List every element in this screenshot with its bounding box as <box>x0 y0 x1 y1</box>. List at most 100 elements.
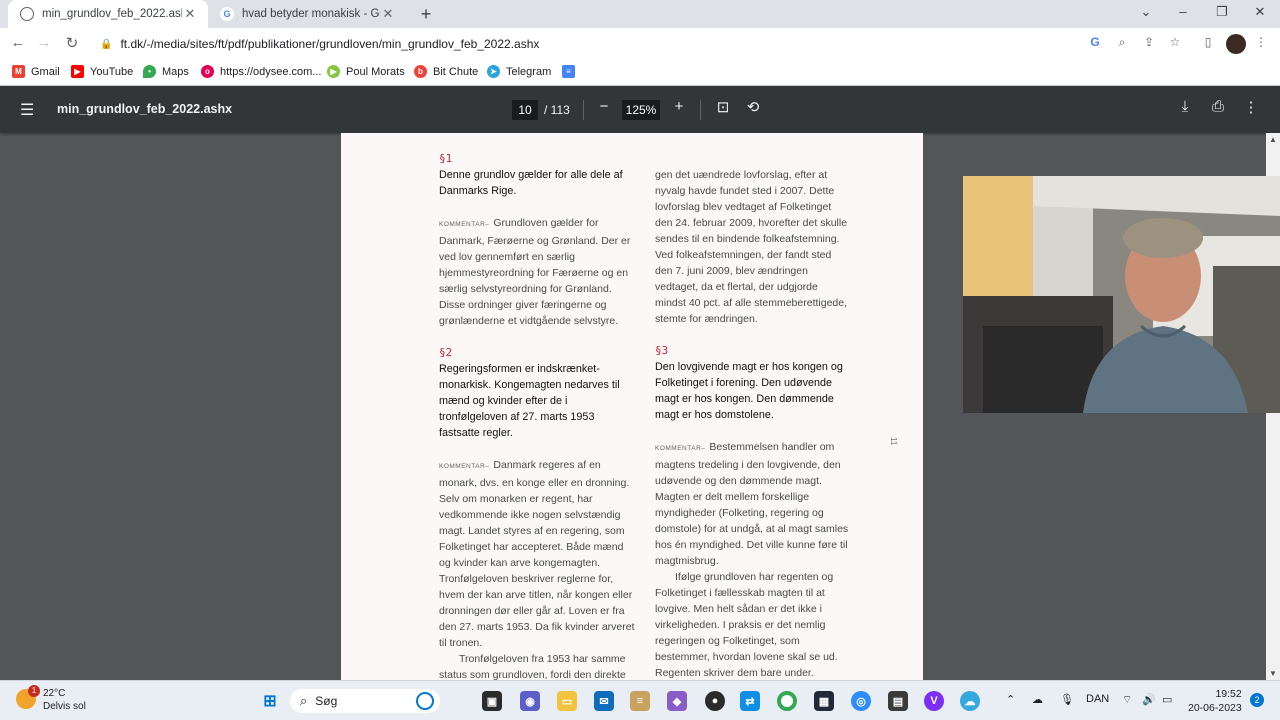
bookmark-bitchute[interactable]: b Bit Chute <box>414 65 478 78</box>
tab-pdf[interactable]: min_grundlov_feb_2022.ashx ✕ <box>8 0 208 28</box>
bookmark-maps[interactable]: • Maps <box>143 65 189 78</box>
reload-icon[interactable]: ↻ <box>62 34 82 52</box>
divider <box>583 100 584 120</box>
scroll-up-icon[interactable]: ▲ <box>1269 135 1277 144</box>
menu-icon[interactable]: ☰ <box>20 100 34 120</box>
media-icon[interactable]: ▤ <box>888 691 908 711</box>
language-indicator[interactable]: DAN <box>1086 693 1109 705</box>
commentary-text: Danmark regeres af en monark, dvs. en ko… <box>439 459 635 649</box>
webcam-overlay <box>963 176 1280 413</box>
bookmark-docs[interactable]: ≡ <box>562 65 581 78</box>
scroll-down-icon[interactable]: ▼ <box>1269 669 1277 678</box>
app-icon[interactable]: ◆ <box>667 691 687 711</box>
cloud-icon[interactable]: ☁ <box>1032 693 1043 706</box>
bookmark-telegram[interactable]: ➤ Telegram <box>487 65 551 78</box>
side-panel-icon[interactable]: ▯ <box>1199 35 1217 49</box>
taskbar: 1 22°C Delvis sol ⊞ ⌕ Søg ▣ ◉ ▭ ✉ ≡ ◆ ● … <box>0 680 1280 720</box>
url-text: ft.dk/-/media/sites/ft/pdf/publikationer… <box>120 37 540 51</box>
mail-icon[interactable]: ✉ <box>594 691 614 711</box>
zoom-icon[interactable]: ⌕ <box>1113 35 1131 50</box>
fit-page-icon[interactable]: ⊡ <box>713 98 733 116</box>
page-number: 11 <box>889 437 898 446</box>
rumble-icon: ▶ <box>327 65 340 78</box>
commentary-label: KOMMENTAR– <box>439 221 490 228</box>
pdf-filename: min_grundlov_feb_2022.ashx <box>57 102 233 116</box>
zoom-out-icon[interactable]: − <box>594 98 614 115</box>
clock-time: 19:52 <box>1215 688 1242 700</box>
google-lens-icon[interactable]: G <box>1086 35 1104 49</box>
paragraph: Ifølge grundloven har regenten og Folket… <box>655 571 838 679</box>
share-icon[interactable]: ⇪ <box>1140 35 1158 49</box>
commentary: KOMMENTAR– Grundloven gælder for Danmark,… <box>439 215 635 329</box>
download-icon[interactable]: ⤓ <box>1175 98 1195 115</box>
clock[interactable]: 19:52 20-06-2023 <box>1188 687 1242 715</box>
battery-icon[interactable]: ▭ <box>1162 693 1172 706</box>
odysee-icon: o <box>201 65 214 78</box>
bookmark-gmail[interactable]: M Gmail <box>12 65 60 78</box>
telegram-icon: ➤ <box>487 65 500 78</box>
section-text: Denne grundlov gælder for alle dele af D… <box>439 169 623 197</box>
weather-widget[interactable]: 22°C Delvis sol <box>43 687 86 713</box>
volume-icon[interactable]: 🔊 <box>1142 693 1156 706</box>
zoom-in-icon[interactable]: + <box>669 98 689 115</box>
chrome-menu-icon[interactable]: ⋮ <box>1252 35 1270 49</box>
commentary: KOMMENTAR– Bestemmelsen handler om magten… <box>655 439 851 569</box>
wifi-icon[interactable]: ⌔ <box>1122 693 1132 707</box>
commentary-text: Bestemmelsen handler om magtens tredelin… <box>655 441 849 567</box>
divider <box>700 100 701 120</box>
rotate-icon[interactable]: ⟲ <box>743 98 763 116</box>
new-tab-button[interactable]: + <box>416 4 436 25</box>
weather-desc: Delvis sol <box>43 701 86 712</box>
zoom-input[interactable]: 125% <box>622 100 660 120</box>
paragraph: gen det uændrede lovforslag, efter at ny… <box>655 169 848 325</box>
search-box[interactable]: ⌕ Søg <box>290 689 440 713</box>
bookmark-odysee[interactable]: o https://odysee.com... <box>201 65 322 78</box>
onedrive-icon[interactable]: ☁ <box>960 691 980 711</box>
section-heading: §3 <box>655 344 669 357</box>
bookmark-youtube[interactable]: ▶ YouTube <box>71 65 133 78</box>
page-number-input[interactable]: 10 <box>512 100 538 120</box>
notification-badge[interactable]: 2 <box>1250 693 1264 707</box>
teamviewer-icon[interactable]: ⇄ <box>740 691 760 711</box>
commentary: KOMMENTAR– Danmark regeres af en monark, … <box>439 457 635 651</box>
forward-icon[interactable]: → <box>34 34 54 51</box>
chrome-icon[interactable] <box>777 691 797 711</box>
microphone-icon[interactable]: 🎙 <box>1060 693 1074 706</box>
zoom-app-icon[interactable]: ◎ <box>851 691 871 711</box>
windows-start-icon[interactable]: ⊞ <box>260 691 280 711</box>
bing-icon[interactable] <box>416 692 434 710</box>
bookmark-star-icon[interactable]: ☆ <box>1166 35 1184 49</box>
file-explorer-icon[interactable]: ▭ <box>557 691 577 711</box>
print-icon[interactable]: ⎙ <box>1208 98 1228 115</box>
weather-temp: 22°C <box>43 688 66 699</box>
tab-google[interactable]: G hvad betyder monakisk - Google ✕ <box>208 0 406 28</box>
globe-icon <box>20 7 34 21</box>
left-column: §1 Denne grundlov gælder for alle dele a… <box>439 151 635 680</box>
right-column: gen det uændrede lovforslag, efter at ny… <box>655 167 851 680</box>
page-total: / 113 <box>544 103 570 117</box>
bookmark-label: Gmail <box>31 65 60 78</box>
back-icon[interactable]: ← <box>8 34 28 51</box>
obs-icon[interactable]: ● <box>705 691 725 711</box>
gmail-icon: M <box>12 65 25 78</box>
clock-date: 20-06-2023 <box>1188 702 1242 714</box>
tab-search-icon[interactable]: ⌄ <box>1136 4 1156 20</box>
maximize-button[interactable]: ❐ <box>1212 4 1232 20</box>
bookmark-label: Bit Chute <box>433 65 479 78</box>
teams-icon[interactable]: ◉ <box>520 691 540 711</box>
bookmark-label: Telegram <box>506 65 552 78</box>
minimize-button[interactable]: – <box>1173 4 1193 19</box>
bookmark-poul-morats[interactable]: ▶ Poul Morats <box>327 65 405 78</box>
more-options-icon[interactable]: ⋮ <box>1241 98 1261 116</box>
tray-chevron-icon[interactable]: ⌃ <box>1006 693 1015 706</box>
address-bar[interactable]: 🔒 ft.dk/-/media/sites/ft/pdf/publikation… <box>90 31 1190 57</box>
close-tab-icon[interactable]: ✕ <box>182 6 198 22</box>
close-window-button[interactable]: ✕ <box>1250 4 1270 20</box>
winrar-icon[interactable]: ≡ <box>630 691 650 711</box>
profile-avatar[interactable] <box>1226 34 1246 54</box>
close-tab-icon[interactable]: ✕ <box>380 6 396 22</box>
calculator-icon[interactable]: ▦ <box>814 691 834 711</box>
vivaldi-icon[interactable]: V <box>924 691 944 711</box>
tab-title: min_grundlov_feb_2022.ashx <box>42 8 182 20</box>
task-view-icon[interactable]: ▣ <box>482 691 502 711</box>
